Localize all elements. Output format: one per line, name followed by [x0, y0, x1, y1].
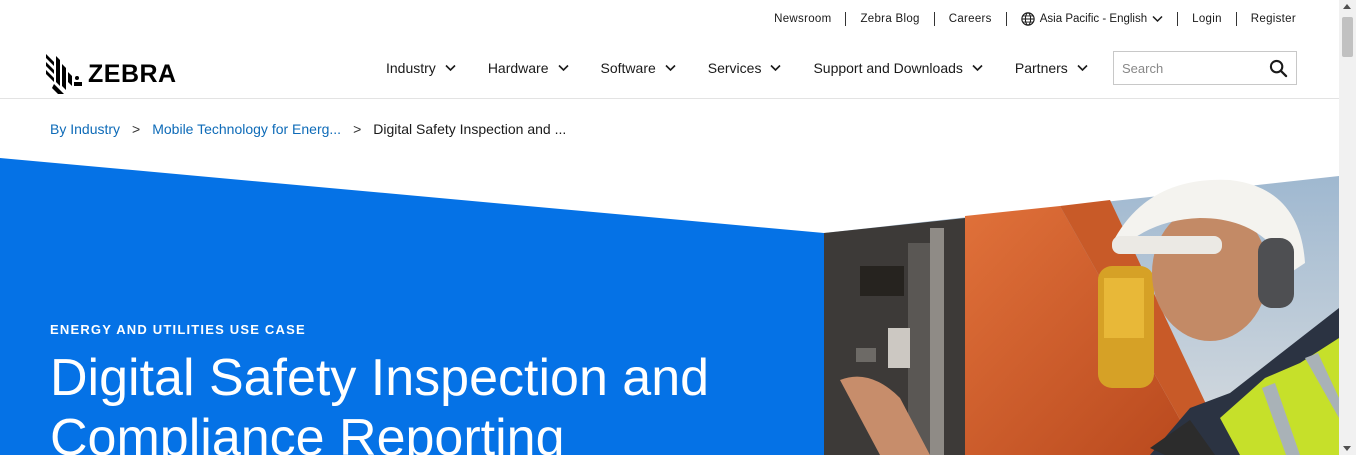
- zebra-head-icon: [46, 54, 82, 94]
- zebra-logo[interactable]: ZEBRA: [44, 52, 177, 96]
- hero-eyebrow: ENERGY AND UTILITIES USE CASE: [50, 322, 306, 337]
- breadcrumb-current: Digital Safety Inspection and ...: [373, 121, 567, 137]
- chevron-down-icon: [665, 64, 676, 72]
- careers-link[interactable]: Careers: [935, 12, 1006, 26]
- nav-label: Support and Downloads: [813, 60, 963, 76]
- chevron-down-icon: [445, 64, 456, 72]
- scroll-down-arrow-icon[interactable]: [1343, 446, 1351, 451]
- nav-label: Software: [600, 60, 656, 76]
- nav-services[interactable]: Services: [708, 58, 782, 78]
- utility-nav: Newsroom Zebra Blog Careers Asia Pacific…: [760, 8, 1310, 30]
- globe-icon: [1021, 12, 1035, 26]
- nav-label: Services: [707, 60, 762, 76]
- header-divider: [0, 98, 1339, 99]
- hero-banner: ENERGY AND UTILITIES USE CASE Digital Sa…: [0, 158, 1339, 455]
- register-link[interactable]: Register: [1237, 12, 1310, 26]
- language-label: Asia Pacific - English: [1039, 13, 1148, 25]
- language-selector[interactable]: Asia Pacific - English: [1007, 12, 1177, 26]
- nav-label: Industry: [386, 60, 436, 76]
- search-icon[interactable]: [1269, 59, 1288, 78]
- breadcrumb-separator: >: [353, 121, 362, 137]
- vertical-scrollbar[interactable]: [1339, 0, 1356, 455]
- brand-name: ZEBRA: [88, 59, 177, 88]
- breadcrumb-separator: >: [132, 121, 141, 137]
- breadcrumb: By Industry > Mobile Technology for Ener…: [50, 121, 566, 137]
- chevron-down-icon: [770, 64, 782, 72]
- search-box: [1113, 51, 1297, 85]
- chevron-down-icon: [557, 64, 569, 72]
- breadcrumb-link-energy[interactable]: Mobile Technology for Energ...: [152, 121, 341, 137]
- nav-label: Hardware: [487, 60, 549, 76]
- login-link[interactable]: Login: [1178, 12, 1236, 26]
- nav-label: Partners: [1014, 60, 1068, 76]
- page-title: Digital Safety Inspection and Compliance…: [50, 349, 710, 455]
- nav-industry[interactable]: Industry: [386, 58, 456, 78]
- nav-partners[interactable]: Partners: [1015, 58, 1088, 78]
- chevron-down-icon: [1152, 15, 1163, 23]
- chevron-down-icon: [972, 64, 983, 72]
- blog-link[interactable]: Zebra Blog: [846, 12, 933, 26]
- scroll-thumb[interactable]: [1342, 17, 1353, 57]
- chevron-down-icon: [1077, 64, 1088, 72]
- nav-support-and-downloads[interactable]: Support and Downloads: [813, 58, 983, 78]
- nav-hardware[interactable]: Hardware: [488, 58, 569, 78]
- nav-software[interactable]: Software: [601, 58, 676, 78]
- main-nav: Industry Hardware Software Services Supp…: [386, 58, 1088, 78]
- scroll-up-arrow-icon[interactable]: [1343, 4, 1351, 9]
- newsroom-link[interactable]: Newsroom: [760, 12, 845, 26]
- breadcrumb-link-industry[interactable]: By Industry: [50, 121, 120, 137]
- search-input[interactable]: [1114, 60, 1262, 76]
